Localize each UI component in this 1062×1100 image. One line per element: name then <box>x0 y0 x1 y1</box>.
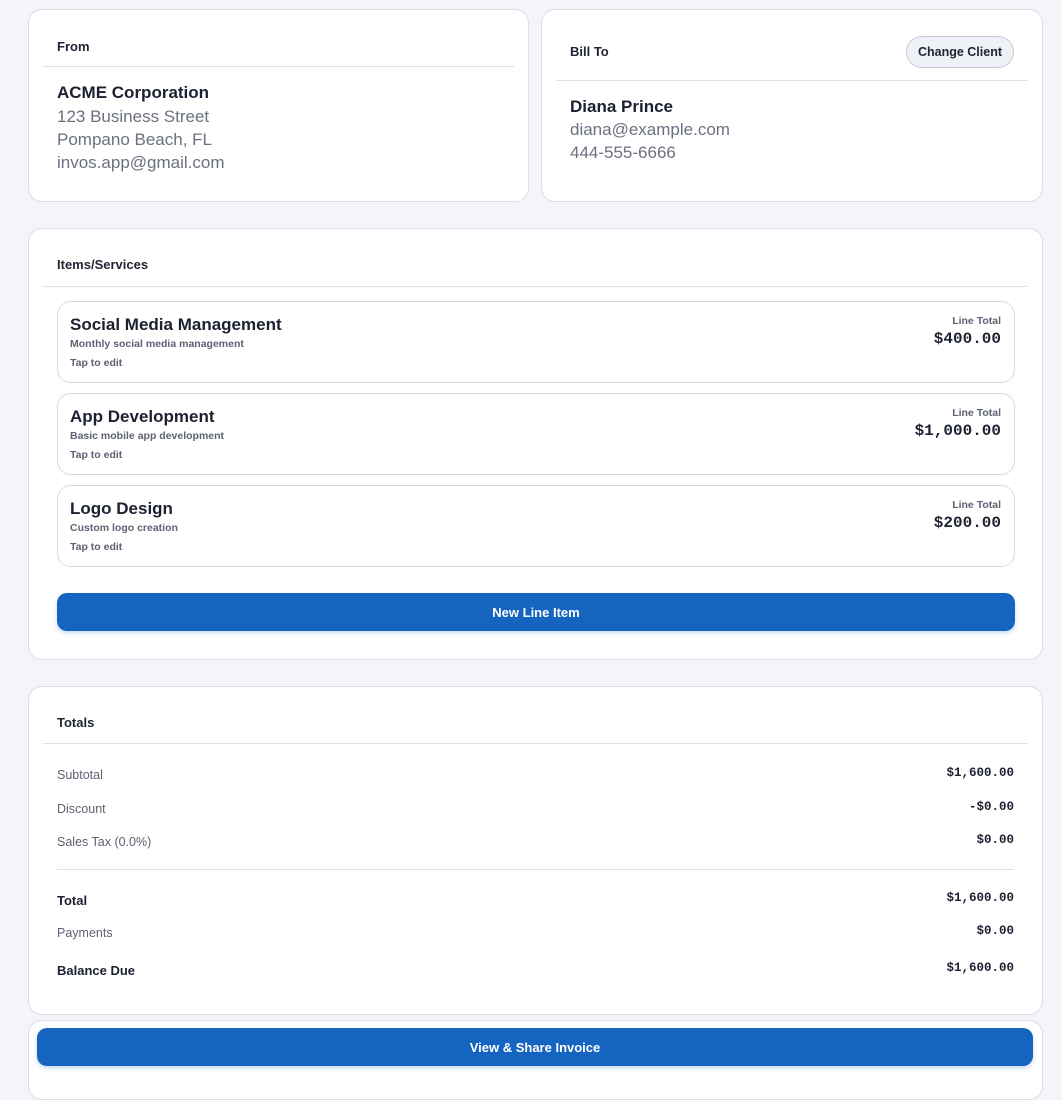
line-item-edit-hint: Tap to edit <box>70 449 123 461</box>
items-card: Items/Services Social Media Management M… <box>28 228 1043 660</box>
client-name: Diana Prince <box>570 97 673 116</box>
subtotal-label: Subtotal <box>57 768 103 782</box>
totals-title: Totals <box>57 715 95 730</box>
payments-label: Payments <box>57 926 113 940</box>
subtotal-value: $1,600.00 <box>946 766 1014 780</box>
line-total: $400.00 <box>933 330 1001 348</box>
bill-to-divider <box>556 80 1028 81</box>
sales-tax-label: Sales Tax (0.0%) <box>57 835 152 849</box>
totals-divider <box>43 743 1028 744</box>
line-item-description: Custom logo creation <box>70 522 178 534</box>
client-email: diana@example.com <box>570 120 730 139</box>
line-item-name: Social Media Management <box>70 315 282 334</box>
total-label: Total <box>57 893 88 908</box>
line-item[interactable]: App Development Basic mobile app develop… <box>57 393 1015 475</box>
line-item-name: App Development <box>70 407 215 426</box>
line-item[interactable]: Social Media Management Monthly social m… <box>57 301 1015 383</box>
total-value: $1,600.00 <box>946 891 1014 905</box>
sales-tax-value: $0.00 <box>976 833 1014 847</box>
bill-to-title: Bill To <box>570 44 609 59</box>
line-item[interactable]: Logo Design Custom logo creation Tap to … <box>57 485 1015 567</box>
business-name: ACME Corporation <box>57 83 210 102</box>
client-phone: 444-555-6666 <box>570 143 676 162</box>
from-divider <box>43 66 514 67</box>
business-city: Pompano Beach, FL <box>57 130 212 149</box>
balance-due-value: $1,600.00 <box>946 961 1014 975</box>
balance-due-label: Balance Due <box>57 963 136 978</box>
line-total-label: Line Total <box>952 407 1001 419</box>
line-item-edit-hint: Tap to edit <box>70 357 123 369</box>
line-item-description: Basic mobile app development <box>70 430 225 442</box>
totals-separator <box>57 869 1014 870</box>
bill-to-card: Bill To Change Client Diana Prince diana… <box>541 9 1043 202</box>
line-item-description: Monthly social media management <box>70 338 244 350</box>
from-title: From <box>57 39 90 54</box>
discount-value: -$0.00 <box>968 800 1014 814</box>
line-total: $1,000.00 <box>914 422 1001 440</box>
discount-label: Discount <box>57 802 106 816</box>
change-client-button[interactable]: Change Client <box>905 36 1014 68</box>
line-item-edit-hint: Tap to edit <box>70 541 123 553</box>
payments-value: $0.00 <box>976 924 1014 938</box>
new-line-item-button[interactable]: New Line Item <box>57 593 1015 631</box>
items-title: Items/Services <box>57 257 149 272</box>
line-total-label: Line Total <box>952 499 1001 511</box>
items-divider <box>43 286 1028 287</box>
business-street: 123 Business Street <box>57 107 210 126</box>
line-total: $200.00 <box>933 514 1001 532</box>
line-item-name: Logo Design <box>70 499 173 518</box>
from-card: From ACME Corporation 123 Business Stree… <box>28 9 529 202</box>
view-share-invoice-button[interactable]: View & Share Invoice <box>37 1028 1033 1066</box>
totals-card: Totals Subtotal $1,600.00 Discount -$0.0… <box>28 686 1043 1015</box>
line-total-label: Line Total <box>952 315 1001 327</box>
business-email: invos.app@gmail.com <box>57 153 225 172</box>
